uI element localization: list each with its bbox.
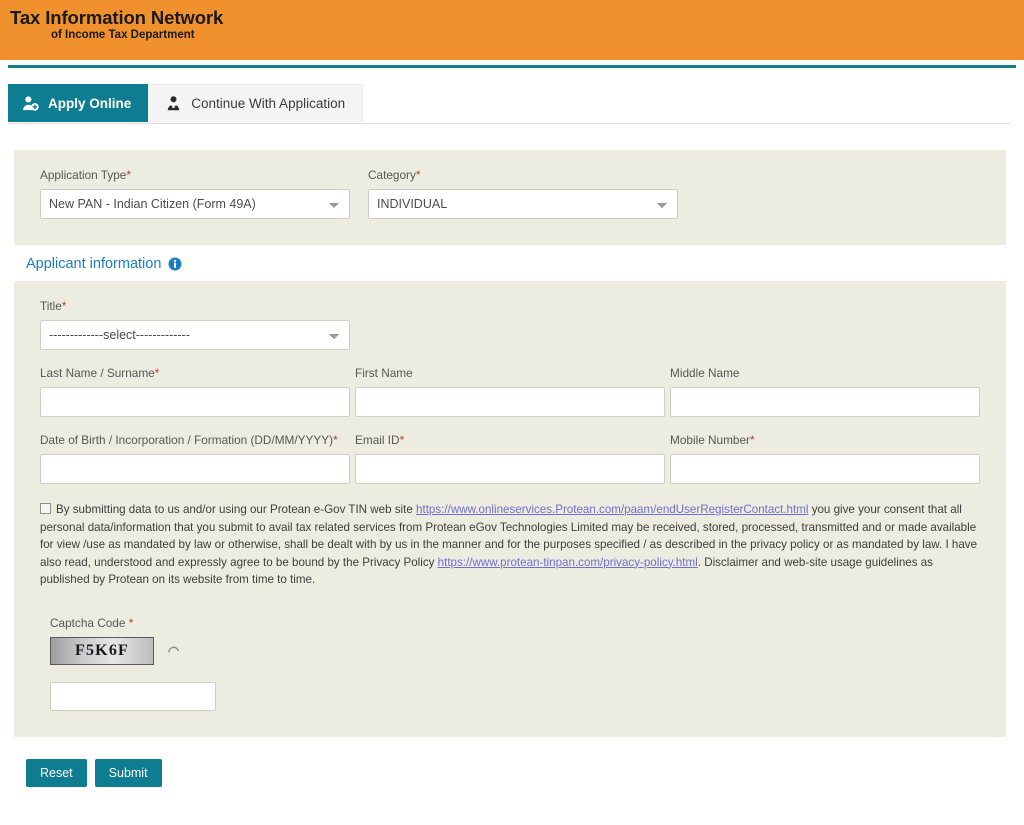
user-add-icon [23,95,39,111]
application-type-select[interactable]: New PAN - Indian Citizen (Form 49A) [40,189,350,219]
last-name-input[interactable] [40,387,350,417]
header-divider [0,60,1024,72]
application-type-group: Application Type* New PAN - Indian Citiz… [40,168,350,219]
required-asterisk: * [61,299,67,313]
site-logo: Tax Information Network of Income Tax De… [10,7,224,42]
required-asterisk: * [333,433,338,447]
tab-apply-online[interactable]: Apply Online [8,84,149,122]
tin-registration-link[interactable]: https://www.onlineservices.Protean.com/p… [416,503,808,516]
name-row: Last Name / Surname* First Name Middle N… [40,366,980,417]
required-asterisk: * [154,366,160,380]
category-select[interactable]: INDIVIDUAL [368,189,678,219]
logo-secondary-text: of Income Tax Department [51,29,195,42]
required-asterisk: * [415,168,421,182]
dob-group: Date of Birth / Incorporation / Formatio… [40,433,350,484]
email-group: Email ID* [355,433,665,484]
application-type-row: Application Type* New PAN - Indian Citiz… [40,168,980,219]
captcha-row: F5K6F [50,636,980,665]
captcha-image: F5K6F [50,636,154,665]
first-name-group: First Name [355,366,665,417]
captcha-input[interactable] [50,681,216,711]
info-circle-icon[interactable] [168,257,182,271]
submit-button[interactable]: Submit [94,758,162,787]
form-action-bar: Reset Submit [26,758,1024,787]
captcha-section: Captcha Code * F5K6F [50,616,980,711]
captcha-code-text: F5K6F [75,641,129,659]
applicant-information-panel: Title* -------------select------------- … [14,281,1006,737]
mobile-input[interactable] [670,454,980,484]
privacy-policy-link[interactable]: https://www.protean-tinpan.com/privacy-p… [438,556,698,569]
refresh-icon[interactable] [166,642,181,657]
tab-apply-online-label: Apply Online [48,95,132,111]
title-group: Title* -------------select------------- [40,299,980,350]
consent-text-part1: By submitting data to us and/or using ou… [56,503,417,516]
required-asterisk: * [128,615,134,630]
consent-checkbox[interactable] [40,503,51,514]
logo-primary-text: Tax Information Network [10,7,224,28]
mobile-group: Mobile Number* [670,433,980,484]
site-header: Tax Information Network of Income Tax De… [0,0,1024,60]
required-asterisk: * [399,433,405,447]
middle-name-label: Middle Name [670,366,740,380]
field-spacer [350,168,368,219]
required-asterisk: * [126,168,131,182]
tab-continue-label: Continue With Application [191,96,346,111]
applicant-information-title: Applicant information [26,256,162,272]
contact-row: Date of Birth / Incorporation / Formatio… [40,433,980,484]
last-name-group: Last Name / Surname* [40,366,350,417]
email-input[interactable] [355,454,665,484]
middle-name-group: Middle Name [670,366,980,417]
application-type-label: Application Type* [40,168,131,182]
mobile-label: Mobile Number* [670,433,755,447]
middle-name-input[interactable] [670,387,980,417]
consent-paragraph: By submitting data to us and/or using ou… [40,501,980,589]
title-label: Title* [40,299,67,313]
first-name-label: First Name [355,366,413,380]
category-group: Category* INDIVIDUAL [368,168,678,219]
title-select[interactable]: -------------select------------- [40,320,350,350]
reset-button[interactable]: Reset [26,758,87,787]
tab-continue-with-application[interactable]: Continue With Application [148,84,364,122]
application-type-panel: Application Type* New PAN - Indian Citiz… [14,150,1006,245]
user-upload-icon [168,96,180,111]
tab-bar: Apply Online Continue With Application [0,84,1024,124]
dob-label: Date of Birth / Incorporation / Formatio… [40,433,338,447]
required-asterisk: * [750,433,755,447]
captcha-label: Captcha Code * [50,615,134,630]
applicant-information-heading: Applicant information [26,256,1024,272]
dob-input[interactable] [40,454,350,484]
email-label: Email ID* [355,433,405,447]
last-name-label: Last Name / Surname* [40,366,160,380]
first-name-input[interactable] [355,387,665,417]
category-label: Category* [368,168,421,182]
